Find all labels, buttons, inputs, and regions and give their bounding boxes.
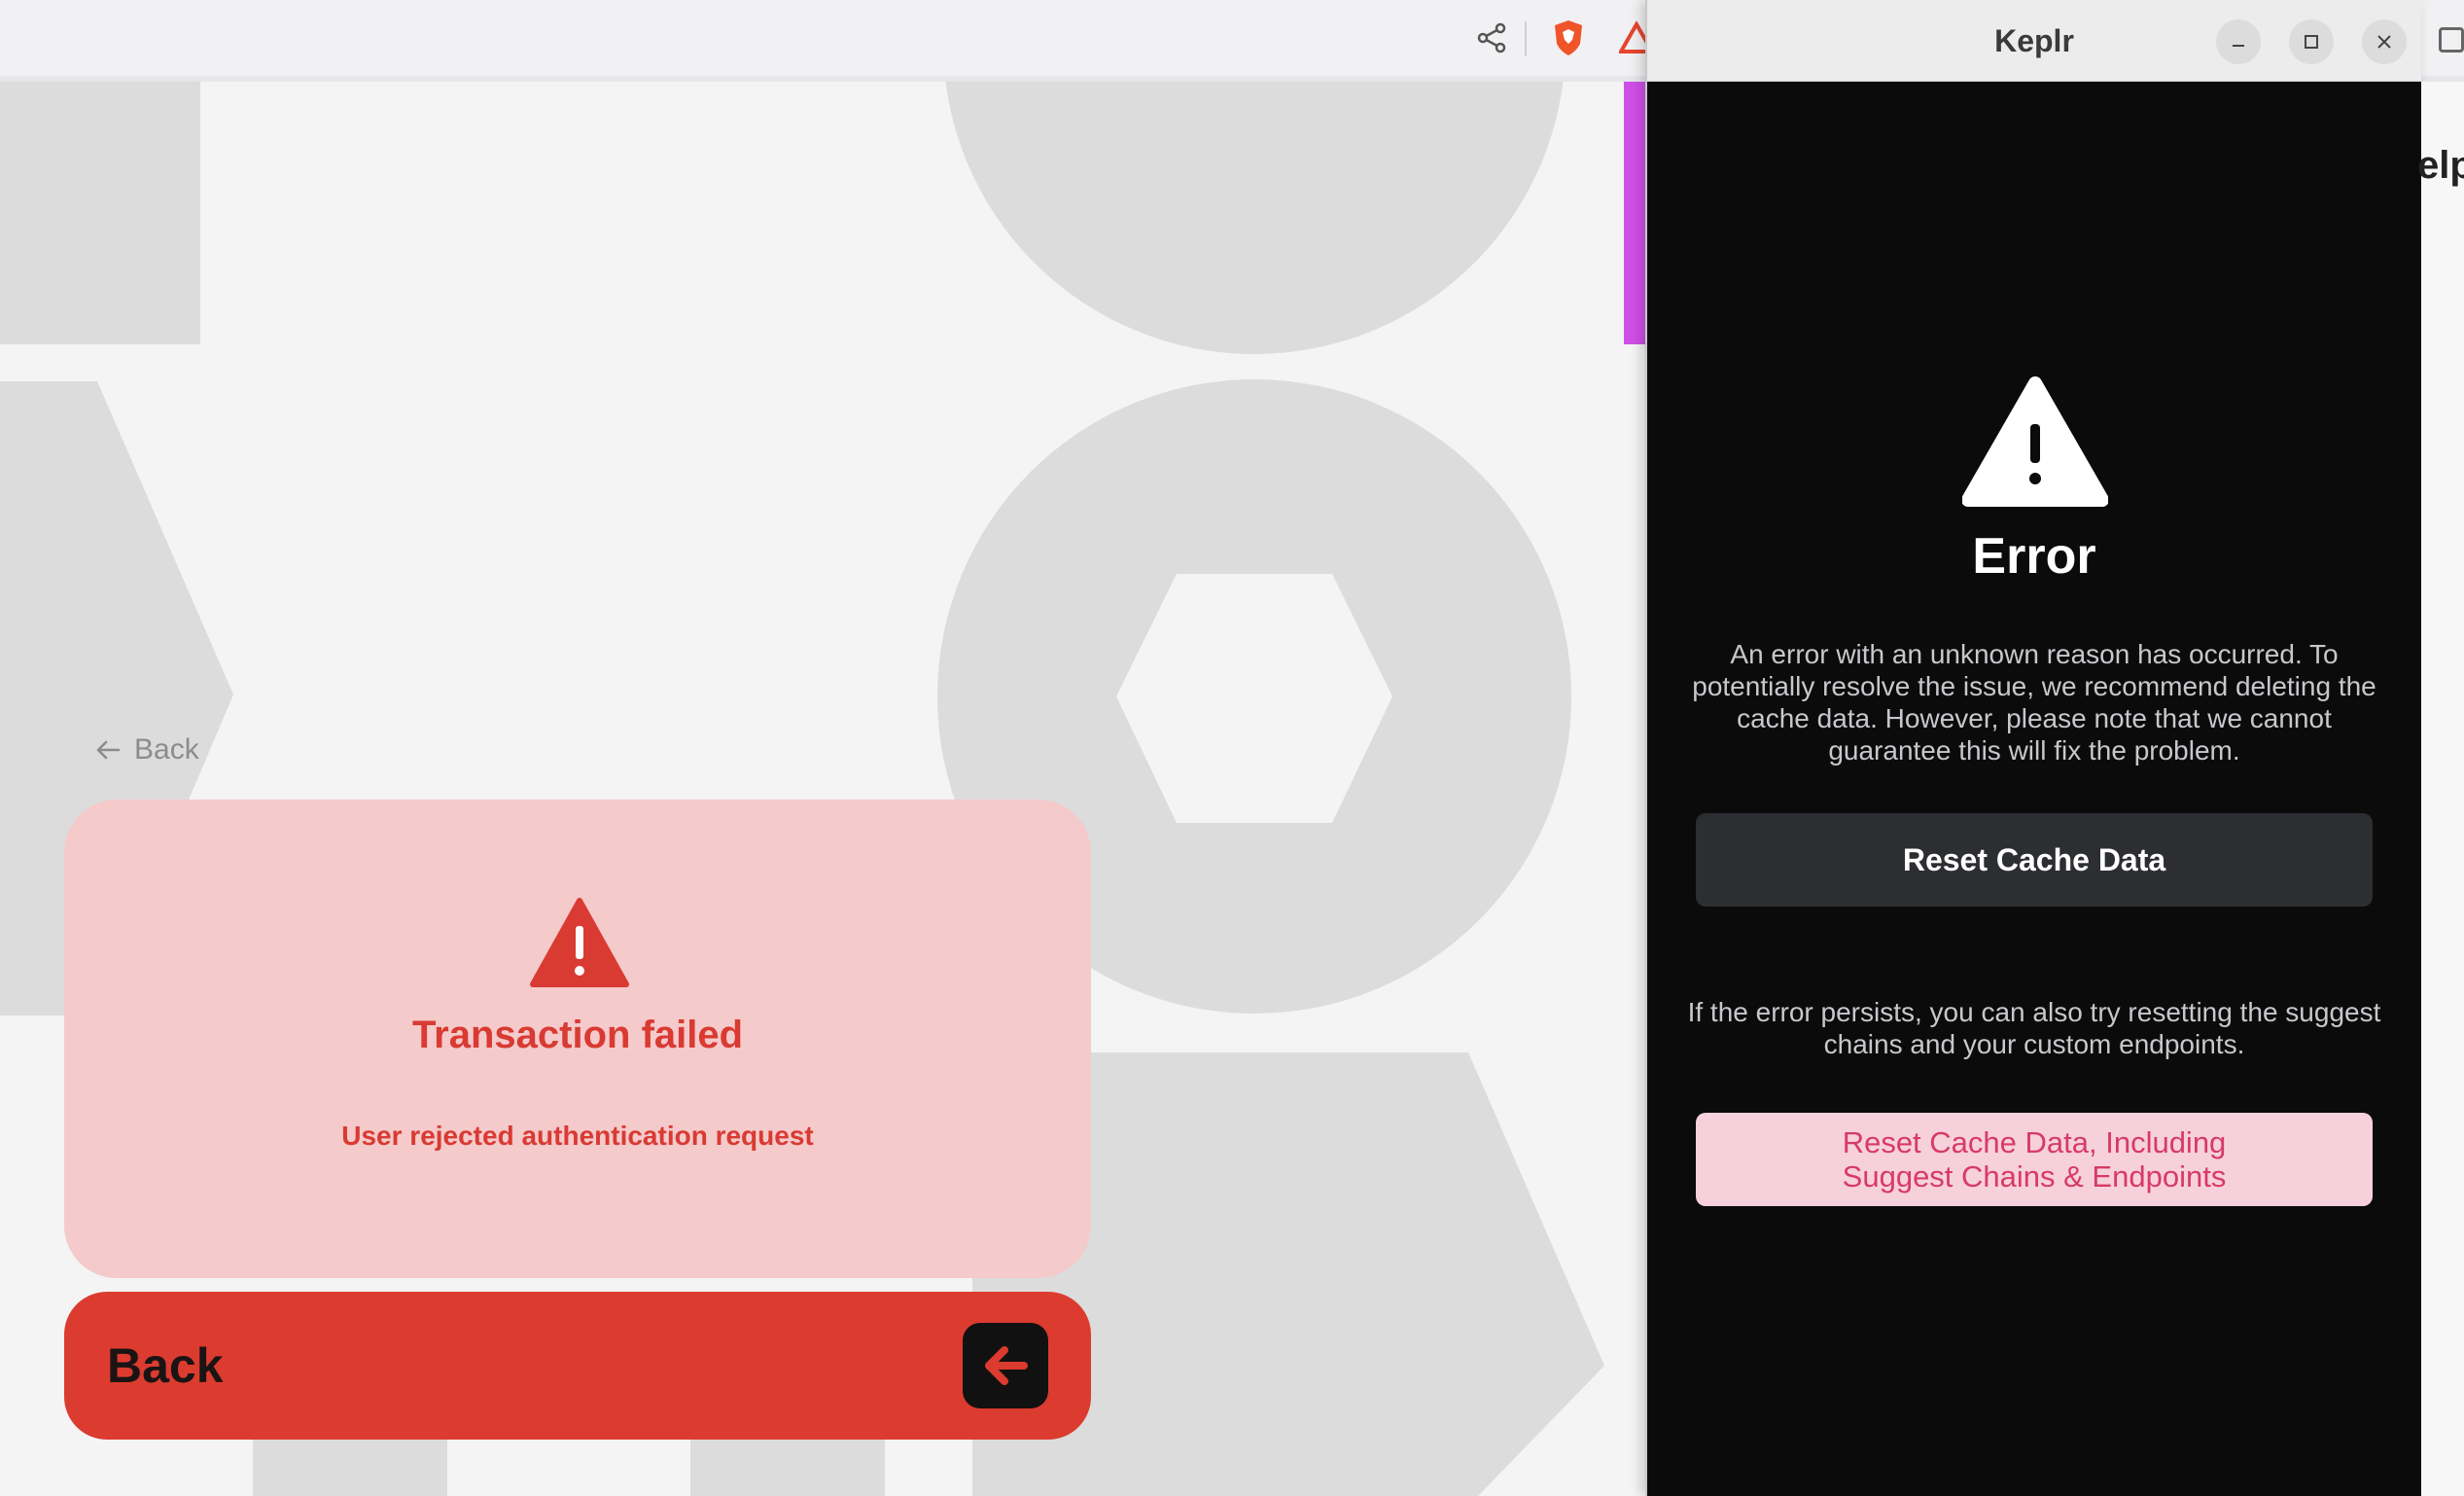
- close-icon: [2377, 35, 2391, 49]
- help-text-partial[interactable]: elp: [2417, 144, 2464, 188]
- reset-cache-button[interactable]: Reset Cache Data: [1696, 813, 2373, 907]
- error-warning-icon: [1962, 376, 2108, 507]
- back-link[interactable]: Back: [93, 733, 199, 766]
- reset-all-button[interactable]: Reset Cache Data, Including Suggest Chai…: [1696, 1113, 2373, 1206]
- error-description: An error with an unknown reason has occu…: [1692, 639, 2376, 766]
- back-link-label: Back: [134, 733, 199, 766]
- maximize-icon: [2305, 35, 2318, 49]
- minimize-icon: [2233, 45, 2244, 47]
- keplr-titlebar[interactable]: Keplr: [1647, 0, 2421, 82]
- arrow-left-icon: [96, 740, 121, 760]
- reset-all-button-label: Reset Cache Data, Including Suggest Chai…: [1842, 1125, 2227, 1193]
- transaction-failed-title: Transaction failed: [411, 1014, 744, 1056]
- close-button[interactable]: [2362, 19, 2407, 64]
- right-page-edge: [2421, 82, 2464, 1496]
- maximize-button[interactable]: [2289, 19, 2334, 64]
- share-icon[interactable]: [1471, 18, 1512, 58]
- transaction-failed-message: User rejected authentication request: [341, 1121, 814, 1151]
- brave-shield-icon[interactable]: [1548, 18, 1589, 58]
- tab-icon[interactable]: [2439, 27, 2464, 53]
- back-arrow-icon: [963, 1323, 1048, 1408]
- warning-icon: [530, 898, 629, 987]
- persist-hint: If the error persists, you can also try …: [1687, 997, 2381, 1059]
- back-button[interactable]: Back: [64, 1292, 1091, 1440]
- toolbar-separator: [1525, 21, 1527, 56]
- minimize-button[interactable]: [2216, 19, 2261, 64]
- error-title: Error: [1972, 528, 2096, 585]
- page-background: [0, 82, 1653, 1496]
- back-button-label: Back: [107, 1338, 224, 1393]
- keplr-window: Keplr Error An error with an unknown rea…: [1645, 0, 2421, 1496]
